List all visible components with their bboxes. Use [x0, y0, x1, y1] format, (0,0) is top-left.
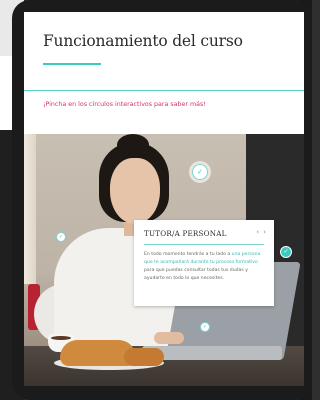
popup-body-text: En todo momento tendrás a tu lado a — [144, 252, 232, 257]
section-divider — [24, 90, 304, 91]
popup-nav: ‹ › — [256, 228, 266, 236]
hair-bun — [117, 134, 149, 156]
instruction-text: ¡Pincha en los círculos interactivos par… — [43, 101, 206, 108]
popup-body-text-end: para que puedas consultar todas tus duda… — [144, 268, 248, 281]
check-icon: ✓ — [197, 167, 203, 176]
check-icon: ✓ — [58, 233, 64, 240]
hotspot-top[interactable]: ✓ — [192, 164, 208, 180]
page-title: Funcionamiento del curso — [43, 32, 243, 50]
popup-divider — [144, 244, 264, 245]
info-popup: TUTOR/A PERSONAL ‹ › En todo momento ten… — [134, 220, 274, 306]
window-light — [24, 134, 36, 284]
hotspot-right[interactable]: ✓ — [280, 246, 292, 258]
check-icon: ✓ — [202, 323, 208, 330]
chevron-right-icon[interactable]: › — [263, 228, 266, 236]
woman-face — [110, 158, 160, 224]
title-underline — [43, 63, 101, 65]
popup-title: TUTOR/A PERSONAL — [144, 229, 227, 238]
tablet-screen: Funcionamiento del curso ¡Pincha en los … — [24, 12, 304, 386]
coffee — [51, 336, 71, 340]
hotspot-bottom[interactable]: ✓ — [200, 322, 210, 332]
woman-hand — [154, 332, 184, 344]
check-icon: ✓ — [283, 248, 289, 255]
hotspot-left[interactable]: ✓ — [56, 232, 66, 242]
popup-body: En todo momento tendrás a tu lado a una … — [144, 251, 266, 283]
croissant-small — [124, 348, 164, 366]
chevron-left-icon[interactable]: ‹ — [256, 228, 259, 236]
